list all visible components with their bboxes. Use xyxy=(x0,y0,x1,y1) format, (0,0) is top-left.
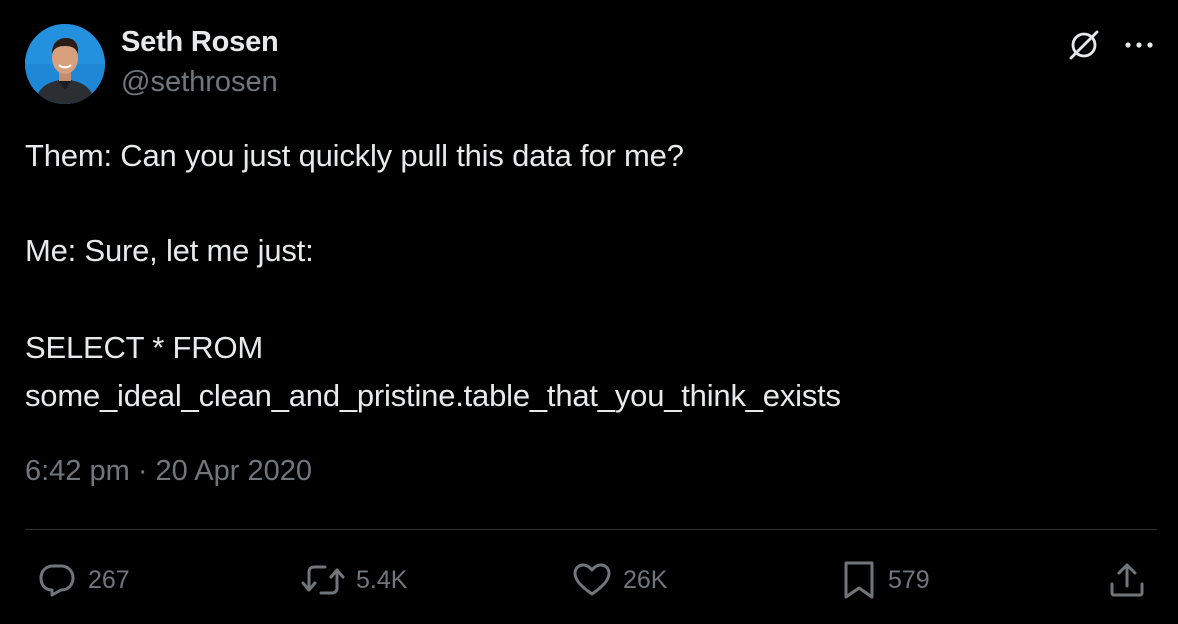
author-display-name[interactable]: Seth Rosen xyxy=(121,26,279,59)
retweet-icon xyxy=(300,559,346,601)
bookmark-count: 579 xyxy=(888,565,930,594)
avatar-image xyxy=(25,24,105,104)
bookmark-button[interactable]: 579 xyxy=(840,558,930,602)
like-button[interactable]: 26K xyxy=(571,558,667,602)
retweet-count: 5.4K xyxy=(356,565,408,594)
tweet-text-line: Them: Can you just quickly pull this dat… xyxy=(25,138,684,173)
tweet-text-line: some_ideal_clean_and_pristine.table_that… xyxy=(25,378,841,413)
reply-button[interactable]: 267 xyxy=(36,558,130,602)
reply-icon xyxy=(36,559,78,601)
tweet-card: Seth Rosen @sethrosen Them: Can you just… xyxy=(0,0,1178,624)
avatar[interactable] xyxy=(25,24,105,104)
share-icon xyxy=(1106,559,1148,601)
like-count: 26K xyxy=(623,565,668,594)
tweet-timestamp[interactable]: 6:42 pm · 20 Apr 2020 xyxy=(25,455,312,488)
more-icon[interactable] xyxy=(1122,30,1156,60)
bookmark-icon xyxy=(840,559,878,601)
tweet-text-line: Me: Sure, let me just: xyxy=(25,233,314,268)
tweet-text-line: SELECT * FROM xyxy=(25,330,263,365)
divider xyxy=(25,529,1157,530)
share-button[interactable] xyxy=(1106,558,1148,602)
author-handle[interactable]: @sethrosen xyxy=(121,66,278,99)
like-icon xyxy=(571,559,613,601)
retweet-button[interactable]: 5.4K xyxy=(300,558,407,602)
reply-count: 267 xyxy=(88,565,130,594)
grok-icon[interactable] xyxy=(1066,27,1102,63)
